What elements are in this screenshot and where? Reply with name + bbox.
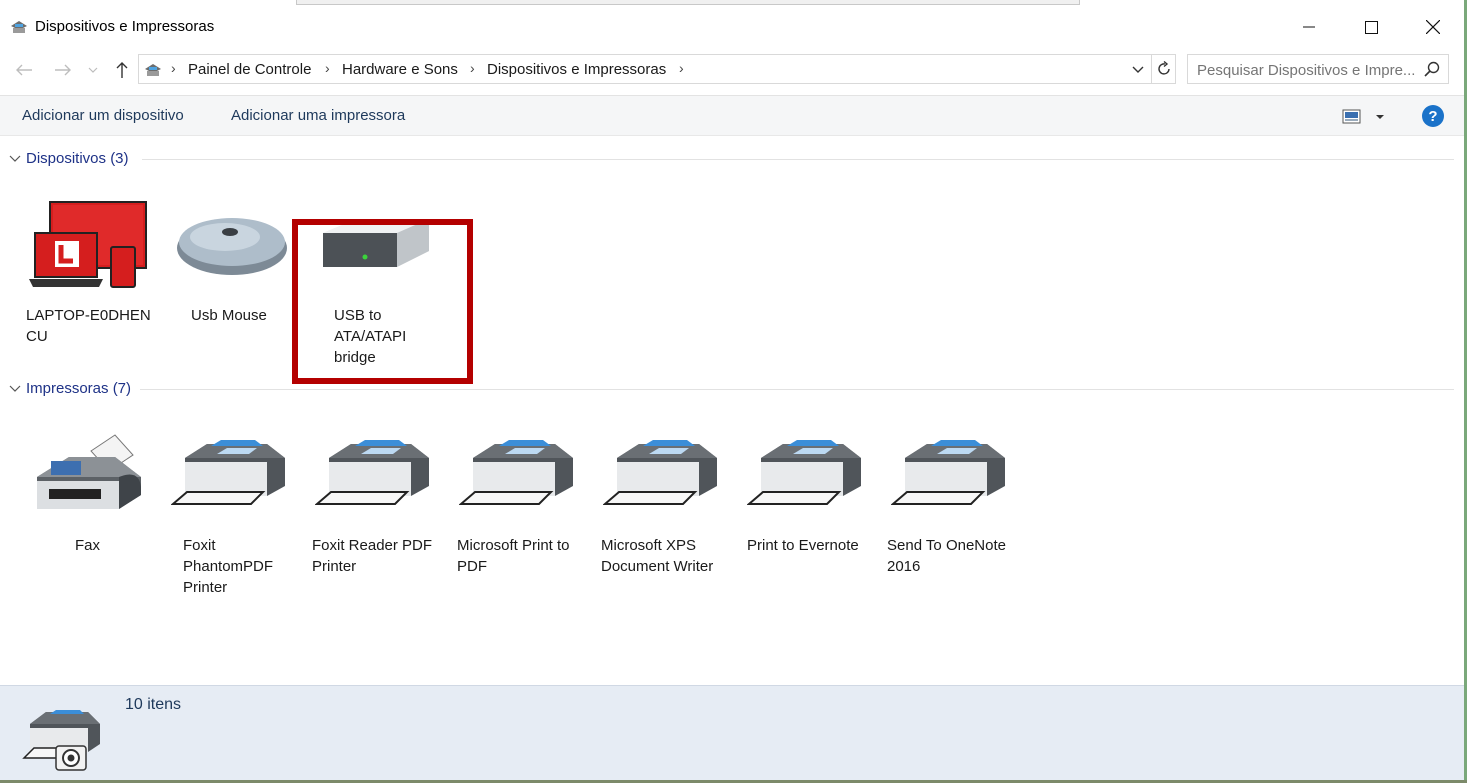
chevron-down-icon (9, 385, 21, 392)
label-line: 2016 (887, 558, 921, 575)
devices-group-title: Dispositivos (3) (26, 150, 129, 167)
breadcrumb-separator-icon[interactable]: › (679, 60, 684, 76)
command-bar: Adicionar um dispositivo Adicionar uma i… (0, 95, 1464, 136)
label-line: Send To OneNote (887, 537, 1006, 554)
printers-group-header[interactable]: Impressoras (7) (8, 380, 131, 397)
devices-printers-icon (145, 64, 161, 76)
search-box[interactable] (1187, 54, 1449, 84)
breadcrumb-separator-icon[interactable]: › (470, 60, 475, 76)
label-line: PhantomPDF (183, 558, 274, 575)
title-bar: Dispositivos e Impressoras (0, 0, 1464, 53)
label-line: Fax (75, 537, 101, 554)
address-bar[interactable]: › Painel de Controle › Hardware e Sons ›… (138, 54, 1176, 84)
mouse-icon (165, 190, 295, 300)
details-pane: 10 itens (0, 685, 1464, 780)
up-button[interactable] (111, 59, 133, 81)
close-icon (1426, 20, 1440, 34)
label-line: Printer (312, 558, 357, 575)
address-history-chevron-icon[interactable] (1129, 60, 1147, 78)
fax-icon (22, 420, 152, 530)
highlight-box (292, 219, 473, 384)
printer-icon (885, 420, 1015, 530)
forward-button[interactable] (52, 59, 74, 81)
label-line: CU (26, 328, 48, 345)
printer-label: Fax (75, 535, 100, 556)
printer-label: Print to Evernote (747, 535, 887, 556)
printer-icon (741, 420, 871, 530)
breadcrumb-separator-icon[interactable]: › (171, 60, 176, 76)
minimize-icon (1303, 26, 1315, 28)
printer-label: Foxit Reader PDF Printer (312, 535, 452, 577)
printer-icon (453, 420, 583, 530)
arrow-right-icon (55, 64, 71, 76)
label-line: LAPTOP-E0DHEN (26, 307, 151, 324)
change-view-button[interactable] (1342, 108, 1388, 126)
minimize-button[interactable] (1286, 12, 1332, 42)
devices-printers-icon (11, 21, 27, 33)
device-label: Usb Mouse (191, 305, 267, 326)
printer-camera-icon (22, 710, 100, 771)
group-divider (140, 389, 1454, 390)
devices-printers-window: Dispositivos e Impressoras › Painel de C… (0, 0, 1467, 783)
arrow-up-icon (116, 62, 128, 78)
label-line: Printer (183, 579, 228, 596)
search-icon[interactable] (1424, 61, 1440, 77)
label-line: Foxit Reader PDF (312, 537, 433, 554)
window-title: Dispositivos e Impressoras (35, 18, 215, 35)
refresh-icon (1157, 61, 1170, 75)
add-printer-button[interactable]: Adicionar uma impressora (231, 107, 405, 124)
help-button[interactable]: ? (1422, 105, 1444, 127)
label-line: Usb Mouse (191, 307, 267, 324)
printer-label: Send To OneNote 2016 (887, 535, 1027, 577)
refresh-button[interactable] (1151, 55, 1175, 83)
view-options-icon (1342, 109, 1384, 124)
label-line: Foxit (183, 537, 216, 554)
breadcrumb-hardware-e-sons[interactable]: Hardware e Sons (342, 61, 458, 78)
printers-group-title: Impressoras (7) (26, 380, 132, 397)
add-device-button[interactable]: Adicionar um dispositivo (22, 107, 184, 124)
maximize-button[interactable] (1348, 12, 1394, 42)
printer-icon (597, 420, 727, 530)
search-input[interactable] (1197, 60, 1419, 80)
breadcrumb-painel-de-controle[interactable]: Painel de Controle (188, 61, 311, 78)
chevron-down-icon (88, 67, 98, 73)
label-line: Print to Evernote (747, 537, 859, 554)
arrow-left-icon (16, 64, 32, 76)
item-count: 10 itens (125, 696, 182, 713)
label-line: Document Writer (601, 558, 714, 575)
printer-label: Microsoft XPS Document Writer (601, 535, 741, 577)
printer-label: Microsoft Print to PDF (457, 535, 597, 577)
maximize-icon (1364, 20, 1378, 34)
printer-icon (309, 420, 439, 530)
laptop-icon (22, 190, 152, 300)
breadcrumb-dispositivos-e-impressoras[interactable]: Dispositivos e Impressoras (487, 61, 666, 78)
devices-group-header[interactable]: Dispositivos (3) (8, 150, 129, 167)
address-row: › Painel de Controle › Hardware e Sons ›… (0, 53, 1464, 87)
label-line: Microsoft XPS (601, 537, 697, 554)
background-window-edge (296, 0, 1080, 5)
breadcrumb-separator-icon[interactable]: › (325, 60, 330, 76)
device-label: LAPTOP-E0DHEN CU (26, 305, 151, 347)
back-button[interactable] (13, 59, 35, 81)
printer-label: Foxit PhantomPDF Printer (183, 535, 273, 598)
content-area: Dispositivos (3) LAPTOP-E0DHEN CU Usb Mo… (0, 136, 1464, 685)
label-line: PDF (457, 558, 487, 575)
recent-locations-button[interactable] (85, 59, 101, 81)
group-divider (142, 159, 1454, 160)
chevron-down-icon (9, 155, 21, 162)
label-line: Microsoft Print to (457, 537, 570, 554)
close-button[interactable] (1410, 12, 1456, 42)
printer-icon (165, 420, 295, 530)
